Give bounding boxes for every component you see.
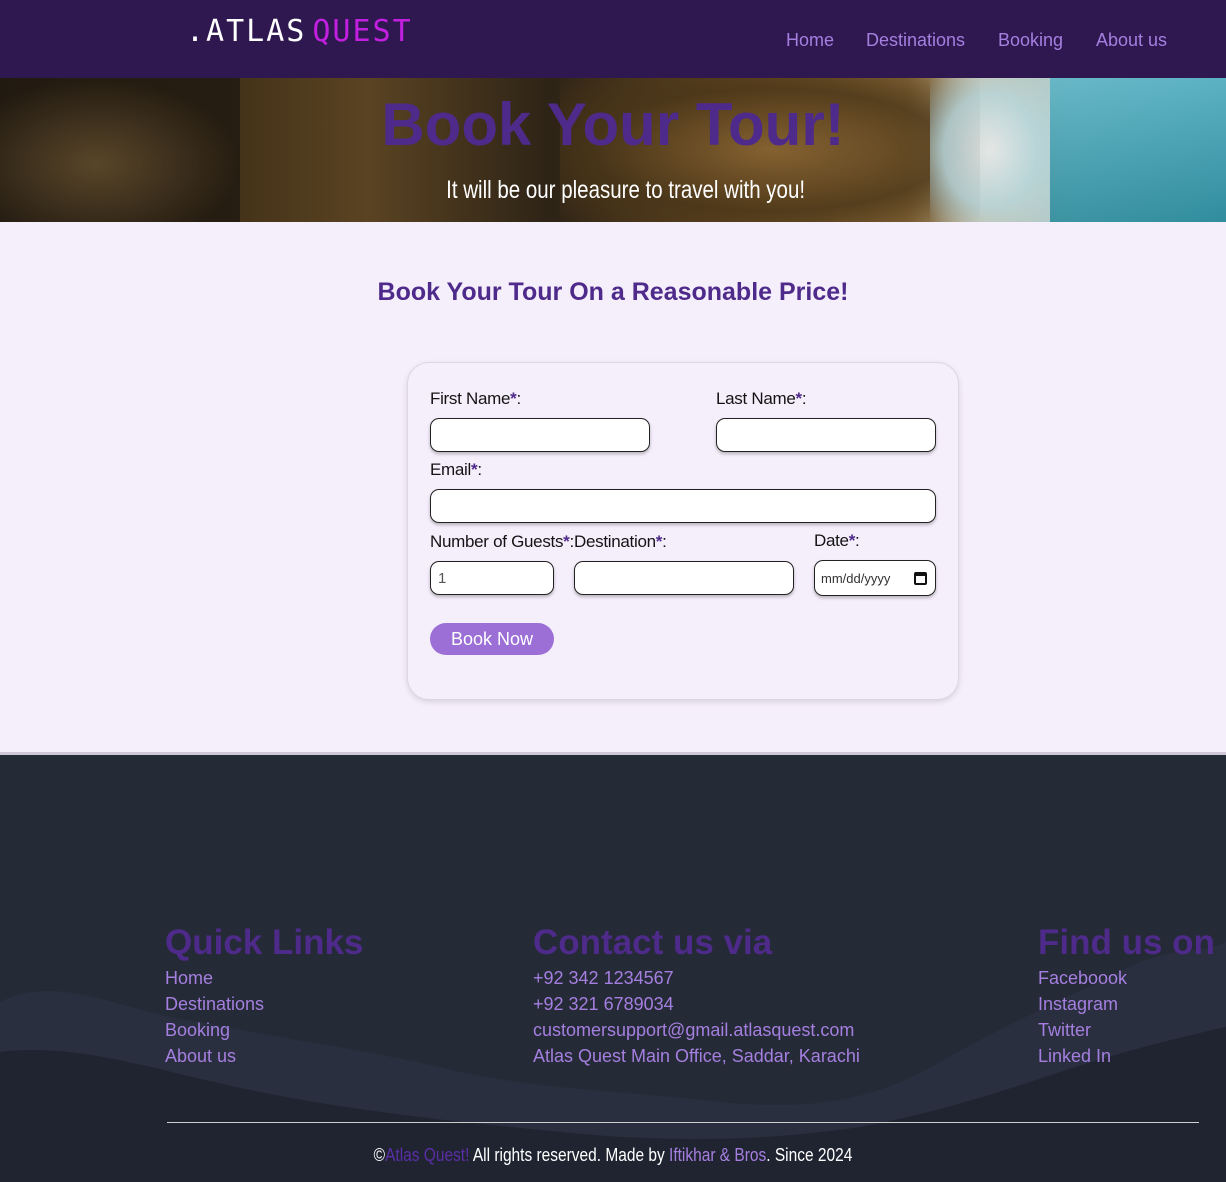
- contact-email[interactable]: customersupport@gmail.atlasquest.com: [533, 1020, 854, 1041]
- social-link-twitter[interactable]: Twitter: [1038, 1020, 1091, 1041]
- quick-links-heading: Quick Links: [165, 923, 364, 962]
- first-name-input[interactable]: [430, 418, 650, 452]
- social-link-instagram[interactable]: Instagram: [1038, 994, 1118, 1015]
- footer-link-destinations[interactable]: Destinations: [165, 994, 264, 1015]
- footer-link-about-us[interactable]: About us: [165, 1046, 236, 1067]
- logo-suffix: QUEST: [312, 14, 413, 49]
- copyright-brand[interactable]: Atlas Quest!: [385, 1145, 469, 1165]
- contact-phone-1[interactable]: +92 342 1234567: [533, 968, 674, 989]
- first-name-label: First Name*:: [430, 389, 521, 408]
- guests-label: Number of Guests*:: [430, 532, 574, 551]
- contact-address[interactable]: Atlas Quest Main Office, Saddar, Karachi: [533, 1046, 860, 1067]
- hero-subtitle: It will be our pleasure to travel with y…: [446, 176, 806, 204]
- copyright-text: ©Atlas Quest! All rights reserved. Made …: [373, 1145, 853, 1165]
- guests-input[interactable]: [430, 561, 554, 595]
- last-name-label: Last Name*:: [716, 389, 807, 408]
- nav-link-booking[interactable]: Booking: [998, 30, 1063, 51]
- nav-link-home[interactable]: Home: [786, 30, 834, 51]
- footer-divider: [167, 1122, 1199, 1123]
- date-placeholder: mm/dd/yyyy: [821, 570, 891, 586]
- nav-link-about-us[interactable]: About us: [1096, 30, 1167, 51]
- social-heading: Find us on: [1038, 923, 1215, 962]
- social-link-facebook[interactable]: Faceboook: [1038, 968, 1127, 989]
- social-link-linkedin[interactable]: Linked In: [1038, 1046, 1111, 1067]
- calendar-icon[interactable]: [914, 571, 927, 585]
- destination-label: Destination*:: [574, 532, 667, 551]
- date-label: Date*:: [814, 531, 860, 550]
- book-now-button[interactable]: Book Now: [430, 623, 554, 655]
- email-input[interactable]: [430, 489, 936, 523]
- destination-input[interactable]: [574, 561, 794, 595]
- footer-link-booking[interactable]: Booking: [165, 1020, 230, 1041]
- last-name-input[interactable]: [716, 418, 936, 452]
- site-logo[interactable]: .ATLAS QUEST: [186, 14, 413, 49]
- date-input[interactable]: mm/dd/yyyy: [814, 560, 936, 596]
- hero-title: Book Your Tour!: [381, 91, 845, 158]
- booking-heading: Book Your Tour On a Reasonable Price!: [377, 278, 849, 306]
- footer-link-home[interactable]: Home: [165, 968, 213, 989]
- logo-prefix: .ATLAS: [186, 14, 307, 49]
- email-label: Email*:: [430, 460, 482, 479]
- nav-link-destinations[interactable]: Destinations: [866, 30, 965, 51]
- navbar: .ATLAS QUEST Home Destinations Booking Ab…: [0, 0, 1226, 78]
- contact-heading: Contact us via: [533, 923, 773, 962]
- copyright-maker[interactable]: Iftikhar & Bros: [669, 1145, 766, 1165]
- footer: Quick Links Home Destinations Booking Ab…: [0, 752, 1226, 1182]
- contact-phone-2[interactable]: +92 321 6789034: [533, 994, 674, 1015]
